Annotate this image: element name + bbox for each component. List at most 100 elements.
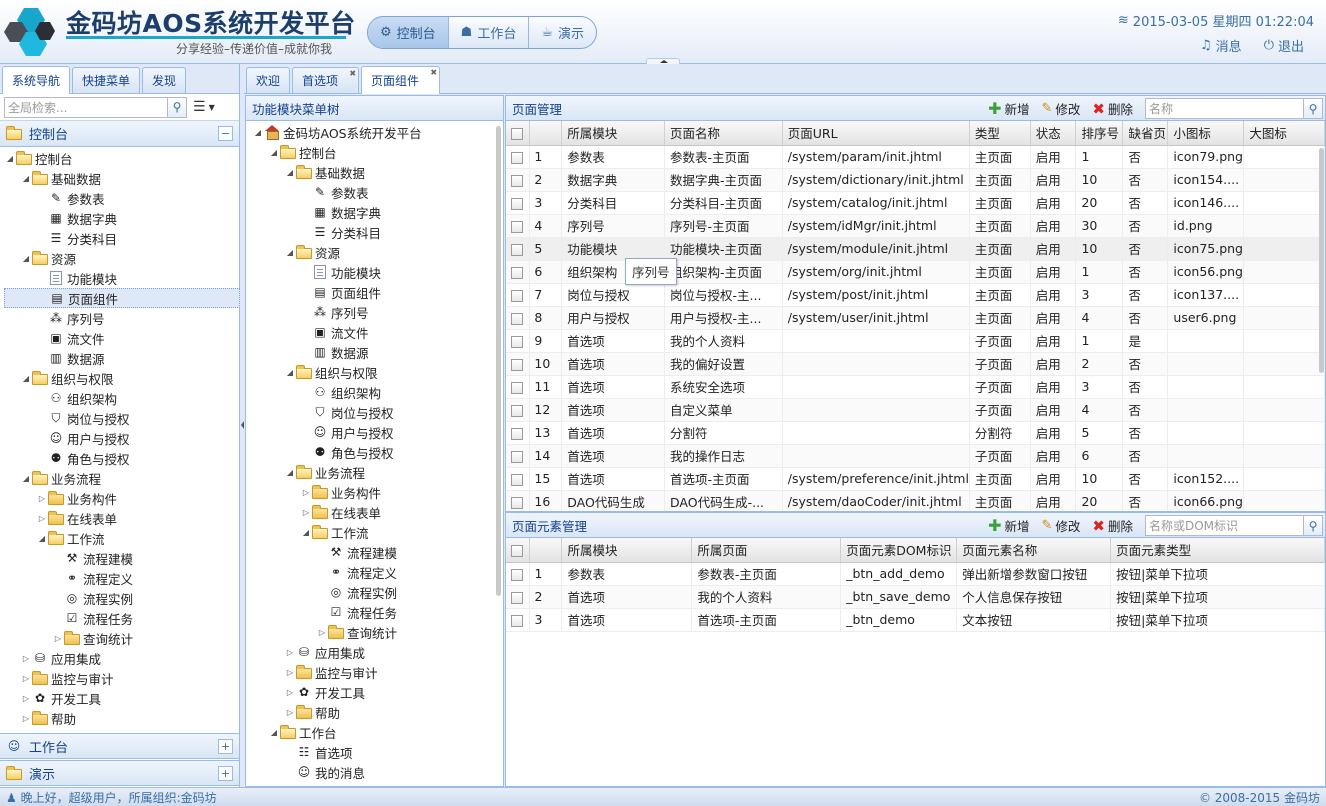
checkbox[interactable] — [511, 289, 523, 302]
tree-node[interactable]: ✎ 参数表 — [252, 182, 500, 202]
tree-node[interactable]: ⛉ 岗位与授权 — [252, 402, 500, 422]
tree-node[interactable]: ⚒ 流程建模 — [4, 548, 240, 568]
row-checkbox-cell[interactable] — [506, 444, 531, 468]
table-row[interactable]: 16 DAO代码生成 DAO代码生成-.../system/daoCoder/ini… — [506, 490, 1325, 511]
tree-node[interactable]: ☰ 分类科目 — [252, 222, 500, 242]
tree-node[interactable]: ☷ 首选项 — [252, 742, 500, 762]
edit-page-button[interactable]: ✎ 修改 — [1041, 99, 1080, 118]
tree-node[interactable]: ▷ 业务构件 — [4, 488, 240, 508]
close-icon[interactable]: ✖ — [349, 69, 356, 78]
column-header[interactable]: 所属页面 — [691, 538, 842, 563]
module-tree-scrollbar[interactable] — [496, 126, 501, 596]
row-checkbox-cell[interactable] — [506, 467, 531, 491]
search-icon[interactable]: ⚲ — [167, 97, 186, 117]
row-checkbox-cell[interactable] — [506, 168, 531, 192]
table-row[interactable]: 2 首选项 我的个人资料 _btn_save_demo 个人信息保存按钮 按钮|菜单下拉项 — [506, 585, 1325, 609]
column-header[interactable]: 所属模块 — [561, 121, 666, 146]
expanded-arrow-icon[interactable]: ◢ — [20, 374, 32, 383]
checkbox[interactable] — [511, 220, 523, 233]
tree-node[interactable]: ▷ 在线表单 — [4, 508, 240, 528]
delete-page-button[interactable]: ✖ 删除 — [1092, 99, 1133, 118]
tree-node[interactable]: ▷ 业务构件 — [252, 482, 500, 502]
table-row[interactable]: 4 序列号 序列号-主页面/system/idMgr/init.jhtml 主页面 启用… — [506, 214, 1325, 238]
tree-node[interactable]: ⛉ 岗位与授权 — [4, 408, 240, 428]
collapse-icon[interactable]: − — [218, 126, 233, 141]
expanded-arrow-icon[interactable]: ◢ — [268, 148, 280, 157]
table-row[interactable]: 10 首选项 我的偏好设置 子页面 启用 2 否 — [506, 352, 1325, 376]
tree-node[interactable]: ▥ 数据源 — [252, 342, 500, 362]
checkbox[interactable] — [511, 614, 523, 627]
table-row[interactable]: 9 首选项 我的个人资料 子页面 启用 1 是 — [506, 329, 1325, 353]
column-header[interactable]: 大图标 — [1243, 121, 1325, 146]
tree-node[interactable]: ⚉ 角色与授权 — [4, 448, 240, 468]
tree-node[interactable]: ▷ ⛁ 应用集成 — [4, 648, 240, 668]
table-row[interactable]: 3 首选项 首选项-主页面 _btn_demo 文本按钮 按钮|菜单下拉项 — [506, 608, 1325, 632]
row-checkbox-cell[interactable] — [506, 490, 531, 511]
tree-node[interactable]: ▷ 帮助 — [4, 708, 240, 728]
tree-node[interactable]: ◢ 工作台 — [252, 722, 500, 742]
search-icon[interactable]: ⚲ — [1303, 516, 1322, 535]
tree-node[interactable]: ✎ 参数表 — [4, 188, 240, 208]
add-page-button[interactable]: ✚ 新增 — [988, 99, 1029, 118]
checkbox[interactable] — [511, 266, 523, 279]
collapsed-arrow-icon[interactable]: ▷ — [36, 514, 48, 523]
expand-icon[interactable]: + — [218, 739, 233, 754]
checkbox[interactable] — [511, 197, 523, 210]
tab-discover[interactable]: 发现 — [142, 67, 187, 93]
checkbox[interactable] — [511, 127, 523, 140]
accordion-demo-header[interactable]: 演示 + — [0, 760, 239, 786]
page-search-input[interactable]: 名称 ⚲ — [1145, 98, 1323, 119]
checkbox[interactable] — [511, 151, 523, 164]
row-checkbox-cell[interactable] — [506, 237, 531, 261]
tree-node[interactable]: ◢ 资源 — [252, 242, 500, 262]
table-row[interactable]: 1 参数表 参数表-主页面/system/param/init.jhtml 主页面 启用… — [506, 145, 1325, 169]
tree-node[interactable]: ▦ 数据字典 — [4, 208, 240, 228]
row-checkbox-cell[interactable] — [506, 585, 531, 609]
tab-system-nav[interactable]: 系统导航 — [2, 66, 71, 94]
search-icon[interactable]: ⚲ — [1303, 99, 1322, 118]
checkbox[interactable] — [511, 591, 523, 604]
tab-quick-menu[interactable]: 快捷菜单 — [72, 67, 141, 93]
expanded-arrow-icon[interactable]: ◢ — [284, 248, 296, 257]
tree-node[interactable]: ◎ 流程实例 — [4, 588, 240, 608]
tree-node[interactable]: ▷ ⛁ 应用集成 — [252, 642, 500, 662]
tree-node[interactable]: ◢ 控制台 — [252, 142, 500, 162]
row-checkbox-cell[interactable] — [506, 608, 531, 632]
tab-preferences[interactable]: 首选项 ✖ — [292, 67, 360, 93]
nav-menu-button[interactable]: ☰ ▼ — [193, 99, 215, 115]
tree-node[interactable]: ◢ 组织与权限 — [4, 368, 240, 388]
tree-node[interactable]: ⁂ 序列号 — [4, 308, 240, 328]
tree-node[interactable]: ⚇ 组织架构 — [4, 388, 240, 408]
global-search-input[interactable]: 全局检索... ⚲ — [4, 96, 187, 118]
tree-node[interactable]: ☑我的任务 — [252, 782, 500, 786]
collapsed-arrow-icon[interactable]: ▷ — [284, 668, 296, 677]
tree-node[interactable]: ◢ 资源 — [4, 248, 240, 268]
collapsed-arrow-icon[interactable]: ▷ — [300, 508, 312, 517]
table-row[interactable]: 5 功能模块 功能模块-主页面/system/module/init.jhtml 主页… — [506, 237, 1325, 261]
tree-node[interactable]: ⁂ 序列号 — [252, 302, 500, 322]
row-checkbox-cell[interactable] — [506, 214, 531, 238]
row-checkbox-cell[interactable] — [506, 191, 531, 215]
checkbox[interactable] — [511, 473, 523, 486]
tree-node[interactable]: ◢ 工作流 — [4, 528, 240, 548]
expand-icon[interactable]: + — [218, 766, 233, 781]
table-row[interactable]: 12 首选项 自定义菜单 子页面 启用 4 否 — [506, 398, 1325, 422]
delete-element-button[interactable]: ✖ 删除 — [1092, 516, 1133, 535]
expanded-arrow-icon[interactable]: ◢ — [268, 728, 280, 737]
table-row[interactable]: 8 用户与授权 用户与授权-主.../system/user/init.jhtml 主… — [506, 306, 1325, 330]
tree-node[interactable]: ▣ 流文件 — [252, 322, 500, 342]
expanded-arrow-icon[interactable]: ◢ — [284, 468, 296, 477]
table-row[interactable]: 7 岗位与授权 岗位与授权-主.../system/post/init.jhtml 主… — [506, 283, 1325, 307]
tree-node[interactable]: ⚒ 流程建模 — [252, 542, 500, 562]
tree-node[interactable]: ▷ ✿ 开发工具 — [4, 688, 240, 708]
expanded-arrow-icon[interactable]: ◢ — [4, 154, 16, 163]
collapsed-arrow-icon[interactable]: ▷ — [20, 714, 32, 723]
tree-node[interactable]: ◢ 工作流 — [252, 522, 500, 542]
tree-node[interactable]: ◢ 基础数据 — [4, 168, 240, 188]
tab-welcome[interactable]: 欢迎 — [246, 67, 291, 93]
collapsed-arrow-icon[interactable]: ▷ — [52, 634, 64, 643]
tree-node[interactable]: ▷ 查询统计 — [252, 622, 500, 642]
element-search-input[interactable]: 名称或DOM标识 ⚲ — [1145, 515, 1323, 536]
tree-node[interactable]: ◢ 业务流程 — [252, 462, 500, 482]
column-header[interactable]: 页面元素类型 — [1110, 538, 1325, 563]
